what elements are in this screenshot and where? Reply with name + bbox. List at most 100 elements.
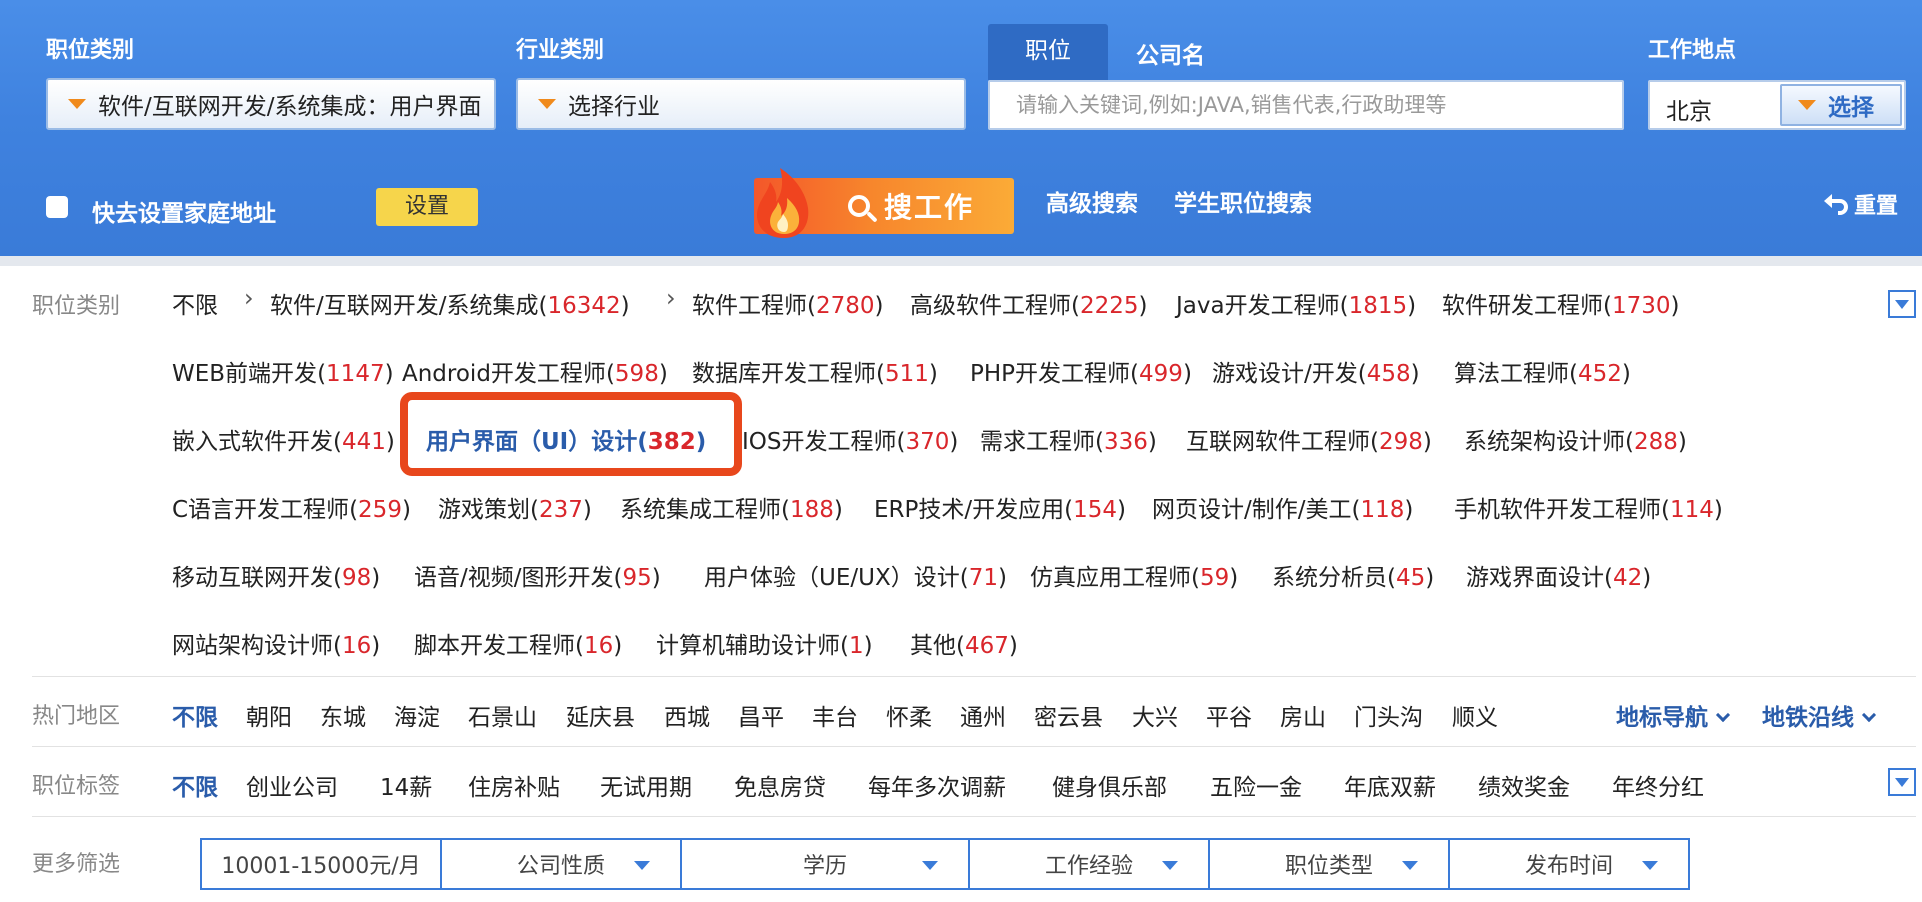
category-item[interactable]: 数据库开发工程师(511) xyxy=(692,354,938,388)
salary-filter[interactable]: 10001-15000元/月 xyxy=(202,840,442,888)
category-item[interactable]: 其他(467) xyxy=(910,626,1018,660)
area-item[interactable]: 门头沟 xyxy=(1354,698,1423,732)
tab-company[interactable]: 公司名 xyxy=(1136,36,1205,70)
chevron-right-icon: › xyxy=(666,284,676,312)
category-item[interactable]: 仿真应用工程师(59) xyxy=(1030,558,1238,592)
area-unlimited[interactable]: 不限 xyxy=(172,698,218,732)
landmark-nav-link[interactable]: 地标导航 xyxy=(1616,698,1731,732)
expand-categories-button[interactable] xyxy=(1888,290,1916,318)
category-item[interactable]: 游戏界面设计(42) xyxy=(1466,558,1651,592)
area-item[interactable]: 顺义 xyxy=(1452,698,1498,732)
category-item[interactable]: 需求工程师(336) xyxy=(980,422,1157,456)
category-item[interactable]: 计算机辅助设计师(1) xyxy=(656,626,873,660)
search-jobs-label: 搜工作 xyxy=(883,191,974,224)
chevron-right-icon: › xyxy=(244,284,254,312)
category-item[interactable]: 软件/互联网开发/系统集成(16342) xyxy=(270,286,630,320)
location-select[interactable]: 北京 选择 xyxy=(1648,80,1906,130)
keyword-field[interactable] xyxy=(988,80,1624,130)
reset-button[interactable]: 重置 xyxy=(1824,188,1898,220)
advanced-search-link[interactable]: 高级搜索 xyxy=(1046,184,1138,218)
tag-item[interactable]: 创业公司 xyxy=(246,768,338,802)
area-item[interactable]: 通州 xyxy=(960,698,1006,732)
category-item[interactable]: 脚本开发工程师(16) xyxy=(414,626,622,660)
category-item[interactable]: C语言开发工程师(259) xyxy=(172,490,411,524)
education-filter[interactable]: 学历 xyxy=(682,840,970,888)
tag-item[interactable]: 无试用期 xyxy=(600,768,692,802)
category-unlimited[interactable]: 不限 xyxy=(172,286,218,320)
category-item[interactable]: Java开发工程师(1815) xyxy=(1176,286,1416,320)
category-item[interactable]: 语音/视频/图形开发(95) xyxy=(414,558,661,592)
tag-item[interactable]: 绩效奖金 xyxy=(1478,768,1570,802)
category-item[interactable]: 游戏策划(237) xyxy=(438,490,592,524)
job-category-label: 职位类别 xyxy=(46,38,135,63)
category-item[interactable]: 互联网软件工程师(298) xyxy=(1186,422,1432,456)
category-item[interactable]: 软件工程师(2780) xyxy=(692,286,884,320)
student-search-link[interactable]: 学生职位搜索 xyxy=(1174,184,1312,218)
area-item[interactable]: 房山 xyxy=(1280,698,1326,732)
tag-item[interactable]: 免息房贷 xyxy=(734,768,826,802)
area-item[interactable]: 东城 xyxy=(320,698,366,732)
tag-item[interactable]: 健身俱乐部 xyxy=(1052,768,1167,802)
area-item[interactable]: 石景山 xyxy=(468,698,537,732)
area-item[interactable]: 平谷 xyxy=(1206,698,1252,732)
category-item[interactable]: 系统集成工程师(188) xyxy=(620,490,843,524)
education-filter-label: 学历 xyxy=(802,854,847,879)
area-item[interactable]: 密云县 xyxy=(1034,698,1103,732)
category-item[interactable]: 系统架构设计师(288) xyxy=(1464,422,1687,456)
search-header: 职位类别 软件/互联网开发/系统集成：用户界面 行业类别 选择行业 职位 公司名… xyxy=(0,0,1922,256)
tag-item[interactable]: 14薪 xyxy=(380,768,432,802)
category-item[interactable]: 用户体验（UE/UX）设计(71) xyxy=(704,558,1007,592)
area-item[interactable]: 延庆县 xyxy=(566,698,635,732)
dropdown-triangle-icon xyxy=(634,861,650,870)
tag-item[interactable]: 五险一金 xyxy=(1210,768,1302,802)
tag-item[interactable]: 住房补贴 xyxy=(468,768,560,802)
category-item[interactable]: 软件研发工程师(1730) xyxy=(1442,286,1680,320)
tag-item[interactable]: 年终分红 xyxy=(1612,768,1704,802)
category-item[interactable]: 高级软件工程师(2225) xyxy=(910,286,1148,320)
company-type-filter[interactable]: 公司性质 xyxy=(442,840,682,888)
experience-filter[interactable]: 工作经验 xyxy=(970,840,1210,888)
home-address-checkbox[interactable] xyxy=(46,196,68,218)
area-item[interactable]: 西城 xyxy=(664,698,710,732)
subway-line-link[interactable]: 地铁沿线 xyxy=(1762,698,1877,732)
job-category-value: 软件/互联网开发/系统集成：用户界面 xyxy=(98,94,482,120)
category-item-selected[interactable]: 用户界面（UI）设计(382) xyxy=(426,422,706,456)
area-item[interactable]: 丰台 xyxy=(812,698,858,732)
category-item[interactable]: 手机软件开发工程师(114) xyxy=(1454,490,1723,524)
search-jobs-button[interactable]: 搜工作 xyxy=(754,168,1014,238)
keyword-input[interactable] xyxy=(990,82,1622,128)
category-item[interactable]: 网页设计/制作/美工(118) xyxy=(1152,490,1413,524)
area-item[interactable]: 怀柔 xyxy=(886,698,932,732)
category-item[interactable]: WEB前端开发(1147) xyxy=(172,354,394,388)
category-item[interactable]: ERP技术/开发应用(154) xyxy=(874,490,1126,524)
area-item[interactable]: 大兴 xyxy=(1132,698,1178,732)
dropdown-triangle-icon xyxy=(1798,100,1816,110)
category-item[interactable]: 移动互联网开发(98) xyxy=(172,558,380,592)
category-item[interactable]: 算法工程师(452) xyxy=(1454,354,1631,388)
flame-icon xyxy=(757,168,809,238)
location-choose-button[interactable]: 选择 xyxy=(1780,84,1902,126)
job-type-filter[interactable]: 职位类型 xyxy=(1210,840,1450,888)
category-item[interactable]: IOS开发工程师(370) xyxy=(742,422,958,456)
category-item[interactable]: 系统分析员(45) xyxy=(1272,558,1434,592)
tag-item[interactable]: 年底双薪 xyxy=(1344,768,1436,802)
tag-item[interactable]: 每年多次调薪 xyxy=(868,768,1006,802)
area-item[interactable]: 昌平 xyxy=(738,698,784,732)
category-item[interactable]: Android开发工程师(598) xyxy=(402,354,668,388)
job-category-select[interactable]: 软件/互联网开发/系统集成：用户界面 xyxy=(46,78,496,130)
tab-position[interactable]: 职位 xyxy=(988,24,1108,80)
category-item[interactable]: 网站架构设计师(16) xyxy=(172,626,380,660)
category-item[interactable]: PHP开发工程师(499) xyxy=(970,354,1192,388)
industry-select[interactable]: 选择行业 xyxy=(516,78,966,130)
industry-label: 行业类别 xyxy=(516,38,605,63)
publish-time-filter[interactable]: 发布时间 xyxy=(1450,840,1688,888)
area-item[interactable]: 海淀 xyxy=(394,698,440,732)
area-item[interactable]: 朝阳 xyxy=(246,698,292,732)
chevron-down-icon xyxy=(1715,707,1731,723)
expand-tags-button[interactable] xyxy=(1888,768,1916,796)
category-item[interactable]: 游戏设计/开发(458) xyxy=(1212,354,1420,388)
category-item[interactable]: 嵌入式软件开发(441) xyxy=(172,422,395,456)
tag-unlimited[interactable]: 不限 xyxy=(172,768,218,802)
set-button[interactable]: 设置 xyxy=(376,188,478,226)
undo-icon xyxy=(1824,194,1848,215)
